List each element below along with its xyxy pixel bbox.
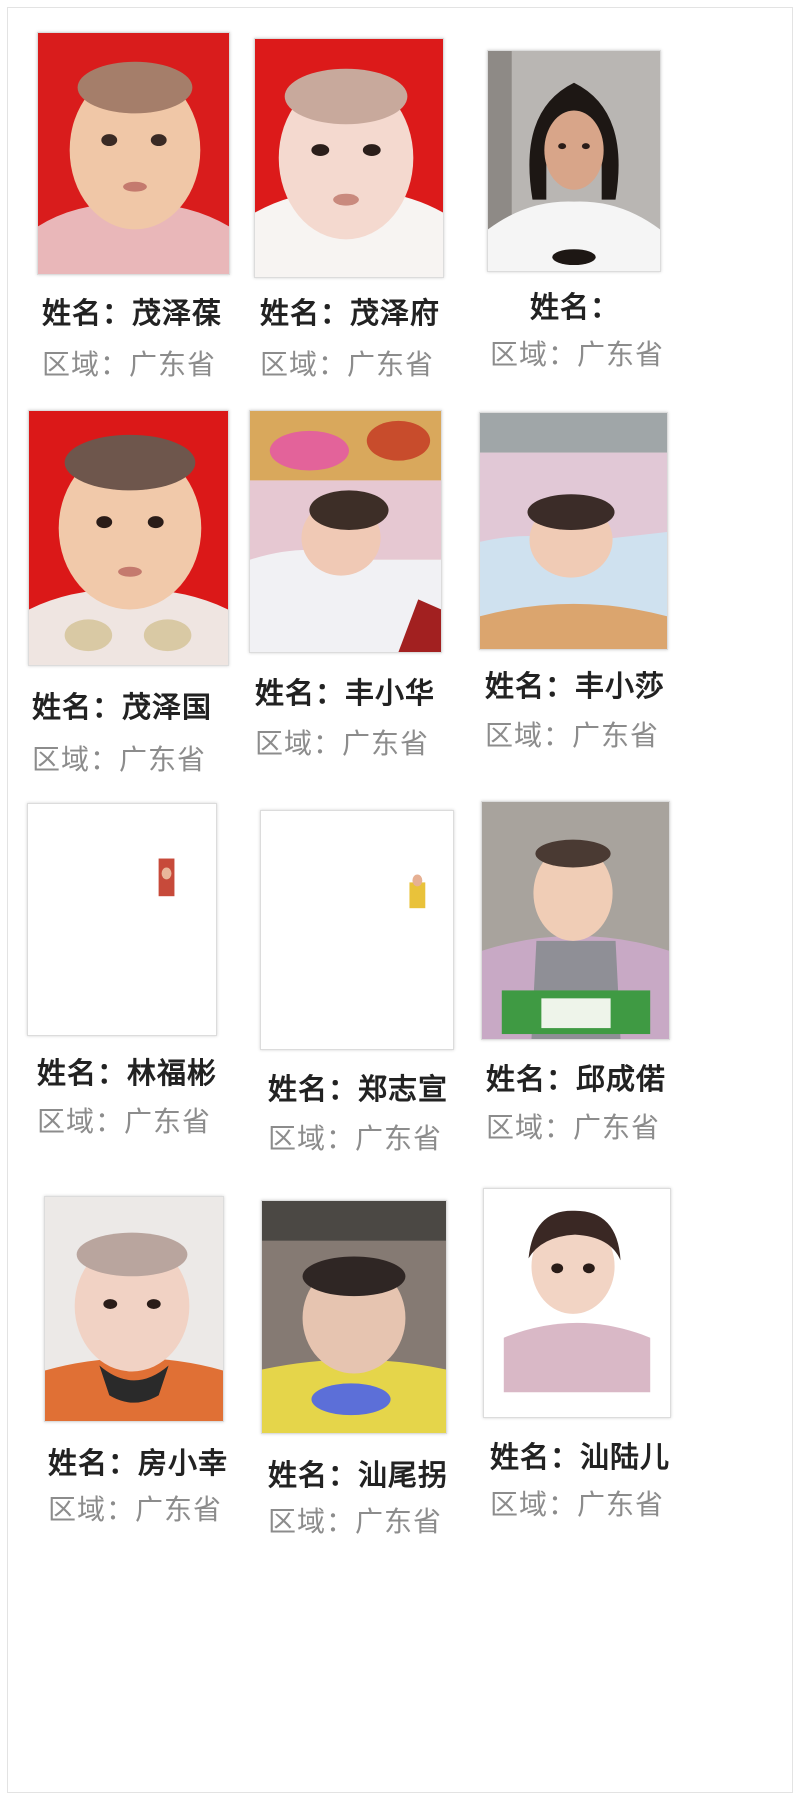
child-photo bbox=[44, 1196, 224, 1422]
child-photo bbox=[254, 38, 444, 278]
child-region: 区域：广东省 bbox=[48, 1493, 223, 1526]
child-region: 区域：广东省 bbox=[268, 1505, 443, 1538]
child-photo bbox=[260, 810, 454, 1050]
child-region: 区域：广东省 bbox=[486, 1111, 661, 1144]
child-photo bbox=[28, 410, 229, 666]
child-region: 区域：广东省 bbox=[268, 1122, 443, 1155]
child-name: 姓名：邱成偌 bbox=[486, 1062, 667, 1096]
child-name: 姓名：丰小莎 bbox=[485, 669, 666, 703]
child-name: 姓名：汕尾拐 bbox=[268, 1458, 449, 1492]
child-region: 区域：广东省 bbox=[255, 727, 430, 760]
child-name: 姓名：茂泽葆 bbox=[42, 296, 223, 330]
child-name: 姓名：茂泽府 bbox=[260, 296, 441, 330]
child-region: 区域：广东省 bbox=[37, 1105, 212, 1138]
child-photo bbox=[249, 410, 442, 653]
child-photo bbox=[37, 32, 230, 275]
child-photo bbox=[479, 412, 668, 650]
child-name: 姓名：丰小华 bbox=[255, 676, 436, 710]
child-region: 区域：广东省 bbox=[42, 348, 217, 381]
child-photo bbox=[481, 801, 670, 1040]
child-photo bbox=[27, 803, 217, 1036]
child-name: 姓名： bbox=[530, 290, 621, 324]
child-region: 区域：广东省 bbox=[490, 338, 665, 371]
child-photo bbox=[487, 50, 661, 272]
child-region: 区域：广东省 bbox=[485, 719, 660, 752]
child-photo bbox=[261, 1200, 447, 1434]
child-name: 姓名：林福彬 bbox=[37, 1056, 218, 1090]
child-region: 区域：广东省 bbox=[260, 348, 435, 381]
child-name: 姓名：茂泽国 bbox=[32, 690, 213, 724]
child-name: 姓名：房小幸 bbox=[48, 1446, 229, 1480]
child-photo bbox=[483, 1188, 671, 1418]
child-region: 区域：广东省 bbox=[32, 743, 207, 776]
child-name: 姓名：汕陆儿 bbox=[490, 1440, 671, 1474]
child-region: 区域：广东省 bbox=[490, 1488, 665, 1521]
child-name: 姓名：郑志宣 bbox=[268, 1072, 449, 1106]
